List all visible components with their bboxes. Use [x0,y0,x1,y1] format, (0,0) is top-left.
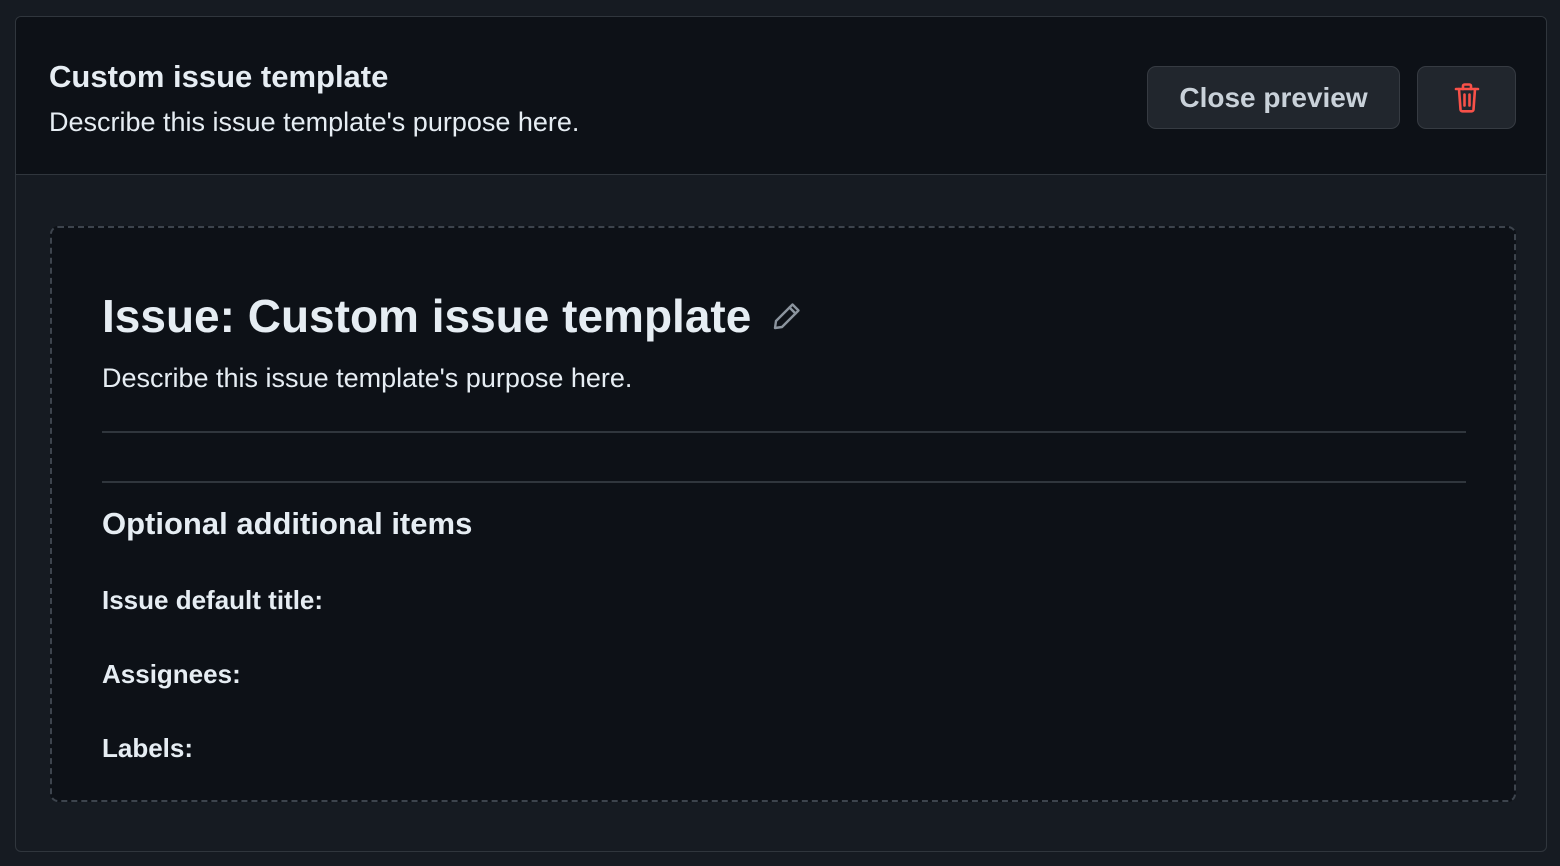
template-header: Custom issue template Describe this issu… [16,17,1546,175]
template-panel: Custom issue template Describe this issu… [15,16,1547,852]
divider [102,431,1466,433]
trash-icon [1453,82,1481,114]
close-preview-button[interactable]: Close preview [1147,66,1400,129]
issue-title-row: Issue: Custom issue template [102,288,803,344]
pencil-icon[interactable] [771,300,803,332]
issue-description: Describe this issue template's purpose h… [102,363,633,393]
assignees-label: Assignees: [102,659,241,689]
optional-items-heading: Optional additional items [102,506,473,541]
delete-template-button[interactable] [1417,66,1516,129]
issue-title: Issue: Custom issue template [102,290,752,342]
template-title: Custom issue template [49,59,389,94]
divider [102,481,1466,483]
issue-default-title-label: Issue default title: [102,585,324,615]
labels-label: Labels: [102,733,194,763]
template-description: Describe this issue template's purpose h… [49,107,580,137]
issue-preview: Issue: Custom issue template Describe th… [50,226,1516,802]
